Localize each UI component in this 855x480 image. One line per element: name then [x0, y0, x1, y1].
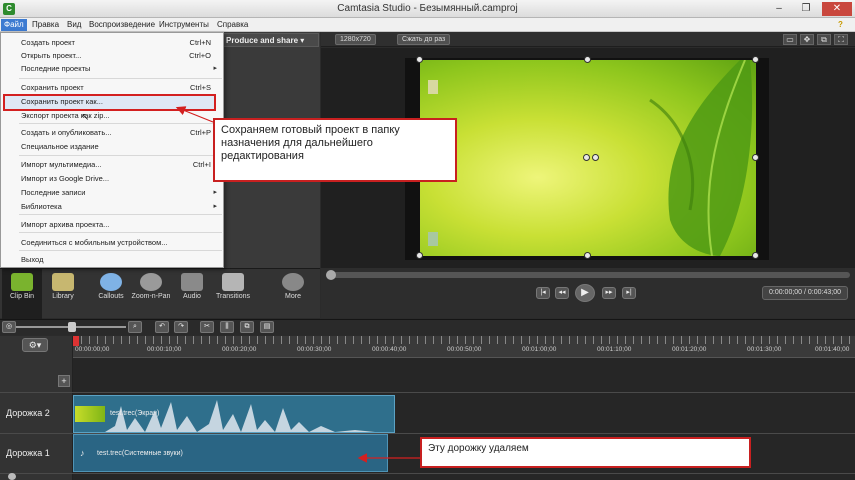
- annotation-callout-delete-track: Эту дорожку удаляем: [420, 437, 751, 468]
- annotation-callout-save: Сохраняем готовый проект в папку назначе…: [213, 118, 457, 182]
- annotation-arrows: [175, 106, 420, 463]
